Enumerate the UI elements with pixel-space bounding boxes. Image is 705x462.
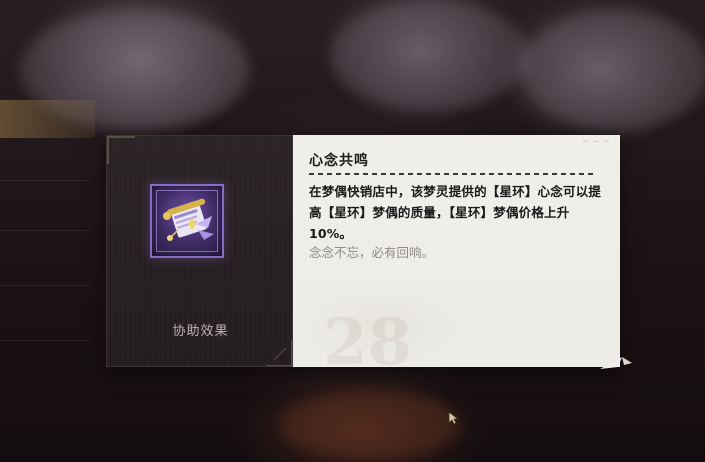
assist-effect-tooltip: 协助效果 28 ~ ~ ~ 心念共鸣 在梦偶快销店中，该梦灵提供的【星环】心念可…	[106, 135, 620, 367]
decorative-script: ~ ~ ~	[581, 137, 610, 147]
bg-divider	[0, 285, 90, 286]
bg-divider	[0, 180, 90, 181]
cursor-icon	[448, 411, 460, 425]
pin-ornament-icon	[600, 357, 632, 369]
bg-glow	[280, 390, 460, 460]
category-label: 协助效果	[172, 324, 229, 339]
bg-side-tab	[0, 100, 95, 138]
decorative-watermark: 28	[323, 305, 413, 367]
corner-ornament	[107, 136, 135, 164]
tooltip-icon-panel: 协助效果	[106, 135, 293, 367]
purple-scroll-icon	[163, 198, 214, 241]
bg-wing-shape	[330, 0, 530, 110]
tooltip-text-panel: 28 ~ ~ ~ 心念共鸣 在梦偶快销店中，该梦灵提供的【星环】心念可以提高【星…	[293, 135, 620, 367]
effect-description: 在梦偶快销店中，该梦灵提供的【星环】心念可以提高【星环】梦偶的质量，【星环】梦偶…	[309, 184, 602, 241]
bg-wing-shape	[520, 10, 705, 130]
corner-ornament	[266, 340, 292, 366]
flavor-note: 念念不忘，必有回响。	[309, 245, 435, 260]
bg-divider	[0, 340, 90, 341]
dashed-divider	[309, 173, 597, 175]
bg-divider	[0, 230, 90, 231]
item-icon-frame	[150, 184, 224, 258]
effect-title: 心念共鸣	[309, 153, 369, 169]
